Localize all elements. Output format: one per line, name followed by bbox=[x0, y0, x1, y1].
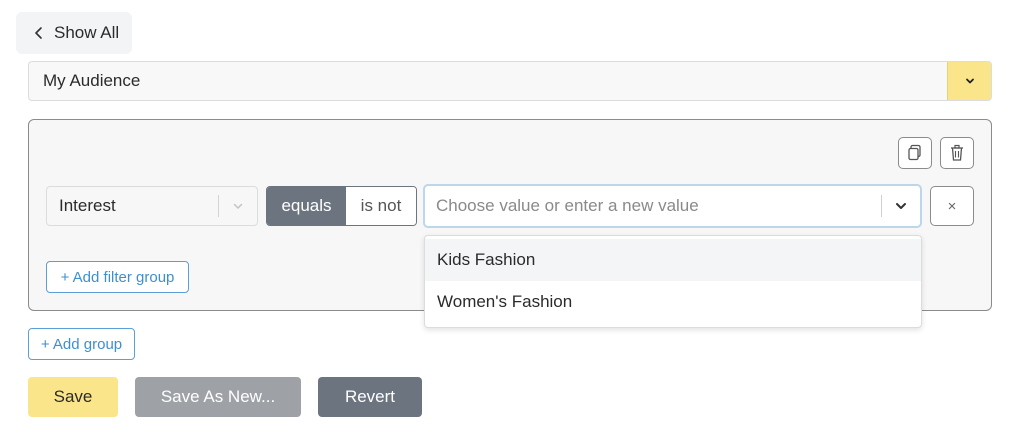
field-dropdown-arrow[interactable] bbox=[219, 200, 257, 212]
value-dropdown-arrow[interactable] bbox=[882, 199, 920, 213]
filter-value-placeholder[interactable]: Choose value or enter a new value bbox=[425, 196, 881, 216]
save-as-new-button[interactable]: Save As New... bbox=[135, 377, 301, 417]
copy-icon bbox=[908, 144, 921, 161]
remove-filter-button[interactable]: × bbox=[930, 186, 974, 226]
filter-field-value: Interest bbox=[59, 196, 116, 215]
operator-toggle: equals is not bbox=[266, 186, 417, 226]
add-group-button[interactable]: + Add group bbox=[28, 328, 135, 360]
copy-group-button[interactable] bbox=[898, 137, 932, 169]
operator-equals-button[interactable]: equals bbox=[267, 187, 346, 225]
chevron-left-icon bbox=[35, 27, 42, 39]
delete-group-button[interactable] bbox=[940, 137, 974, 169]
close-icon: × bbox=[947, 197, 957, 215]
add-filter-group-button[interactable]: + Add filter group bbox=[46, 261, 189, 293]
trash-icon bbox=[951, 144, 963, 161]
revert-button[interactable]: Revert bbox=[318, 377, 422, 417]
chevron-down-icon bbox=[896, 203, 906, 209]
operator-is-not-button[interactable]: is not bbox=[346, 187, 416, 225]
chevron-down-icon bbox=[233, 203, 243, 209]
value-dropdown-menu: Kids Fashion Women's Fashion bbox=[424, 235, 922, 328]
chevron-down-icon bbox=[965, 78, 974, 84]
dropdown-option-kids-fashion[interactable]: Kids Fashion bbox=[425, 239, 921, 281]
show-all-button[interactable]: Show All bbox=[16, 12, 132, 54]
filter-field-select[interactable]: Interest bbox=[46, 186, 258, 226]
audience-toggle-button[interactable] bbox=[947, 62, 991, 100]
show-all-label: Show All bbox=[54, 23, 120, 42]
filter-value-select[interactable]: Choose value or enter a new value bbox=[423, 184, 922, 228]
dropdown-option-womens-fashion[interactable]: Women's Fashion bbox=[425, 281, 921, 323]
audience-select[interactable]: My Audience bbox=[28, 61, 992, 101]
audience-value: My Audience bbox=[43, 71, 141, 90]
save-button[interactable]: Save bbox=[28, 377, 118, 417]
